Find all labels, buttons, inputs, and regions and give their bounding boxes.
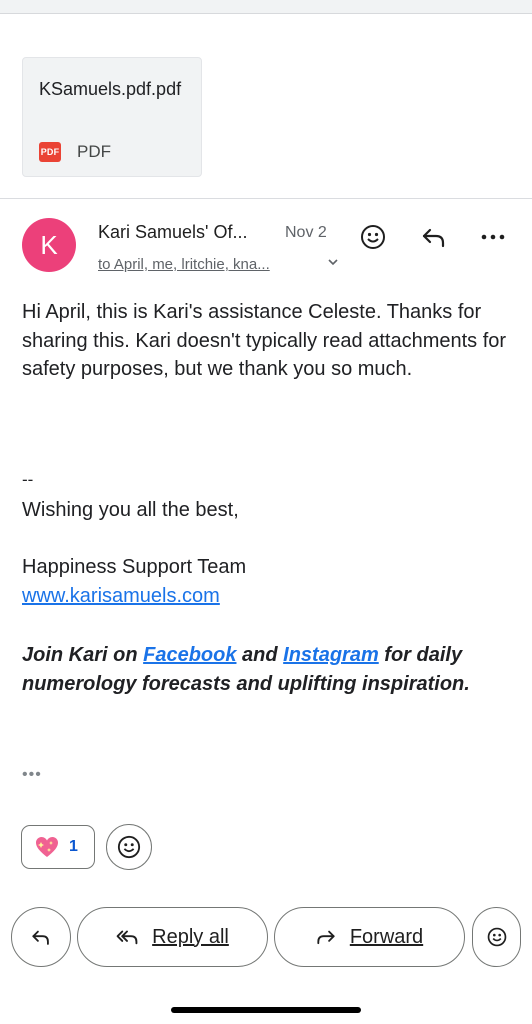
sparkling-heart-icon [36,837,58,857]
top-bar [0,0,532,14]
home-indicator[interactable] [171,1007,361,1013]
more-options-button[interactable] [478,222,508,252]
reply-all-label: Reply all [152,925,229,948]
add-reaction-button[interactable] [106,824,152,870]
promo-mid: and [236,644,284,666]
forward-button[interactable]: Forward [274,907,465,967]
reply-all-icon [116,930,138,945]
signature-team: Happiness Support Team [22,556,247,578]
attachment-filename: KSamuels.pdf.pdf [39,79,182,99]
forward-icon [317,930,335,945]
show-trimmed-content-button[interactable]: ••• [22,766,42,784]
smiley-icon [117,835,141,859]
reaction-count: 1 [69,838,78,855]
website-link[interactable]: www.karisamuels.com [22,585,220,608]
add-emoji-reaction-button[interactable] [358,222,388,252]
promo-text: Join Kari on Facebook and Instagram for … [22,641,512,699]
message-date: Nov 2 [285,224,327,241]
reply-all-button[interactable]: Reply all [77,907,268,967]
more-vert-icon [481,234,505,240]
divider [0,198,532,199]
signature-closing: Wishing you all the best, [22,499,239,521]
reply-pill-button[interactable] [11,907,71,967]
emoji-reaction-pill-button[interactable] [472,907,521,967]
attachment-type-label: PDF [77,142,111,161]
facebook-link[interactable]: Facebook [143,644,236,666]
smiley-icon [487,927,506,947]
promo-pre: Join Kari on [22,644,144,666]
sender-name[interactable]: Kari Samuels' Of... [98,222,247,243]
reply-icon [32,930,49,945]
attachment-type: PDF PDF [39,142,111,162]
instagram-link[interactable]: Instagram [283,644,379,666]
reply-button[interactable] [419,222,449,252]
avatar[interactable]: K [22,218,76,272]
signature-separator: -- [22,470,34,489]
attachment-card[interactable]: KSamuels.pdf.pdf PDF PDF [22,57,202,177]
reply-icon [422,228,445,248]
recipients-toggle[interactable]: to April, me, lritchie, kna... [98,256,270,273]
chevron-down-icon[interactable] [327,256,339,271]
message-body: Hi April, this is Kari's assistance Cele… [22,301,507,380]
reaction-chip[interactable]: 1 [21,825,95,869]
smiley-icon [361,225,385,249]
pdf-file-icon: PDF [39,142,61,162]
forward-label: Forward [349,925,424,948]
